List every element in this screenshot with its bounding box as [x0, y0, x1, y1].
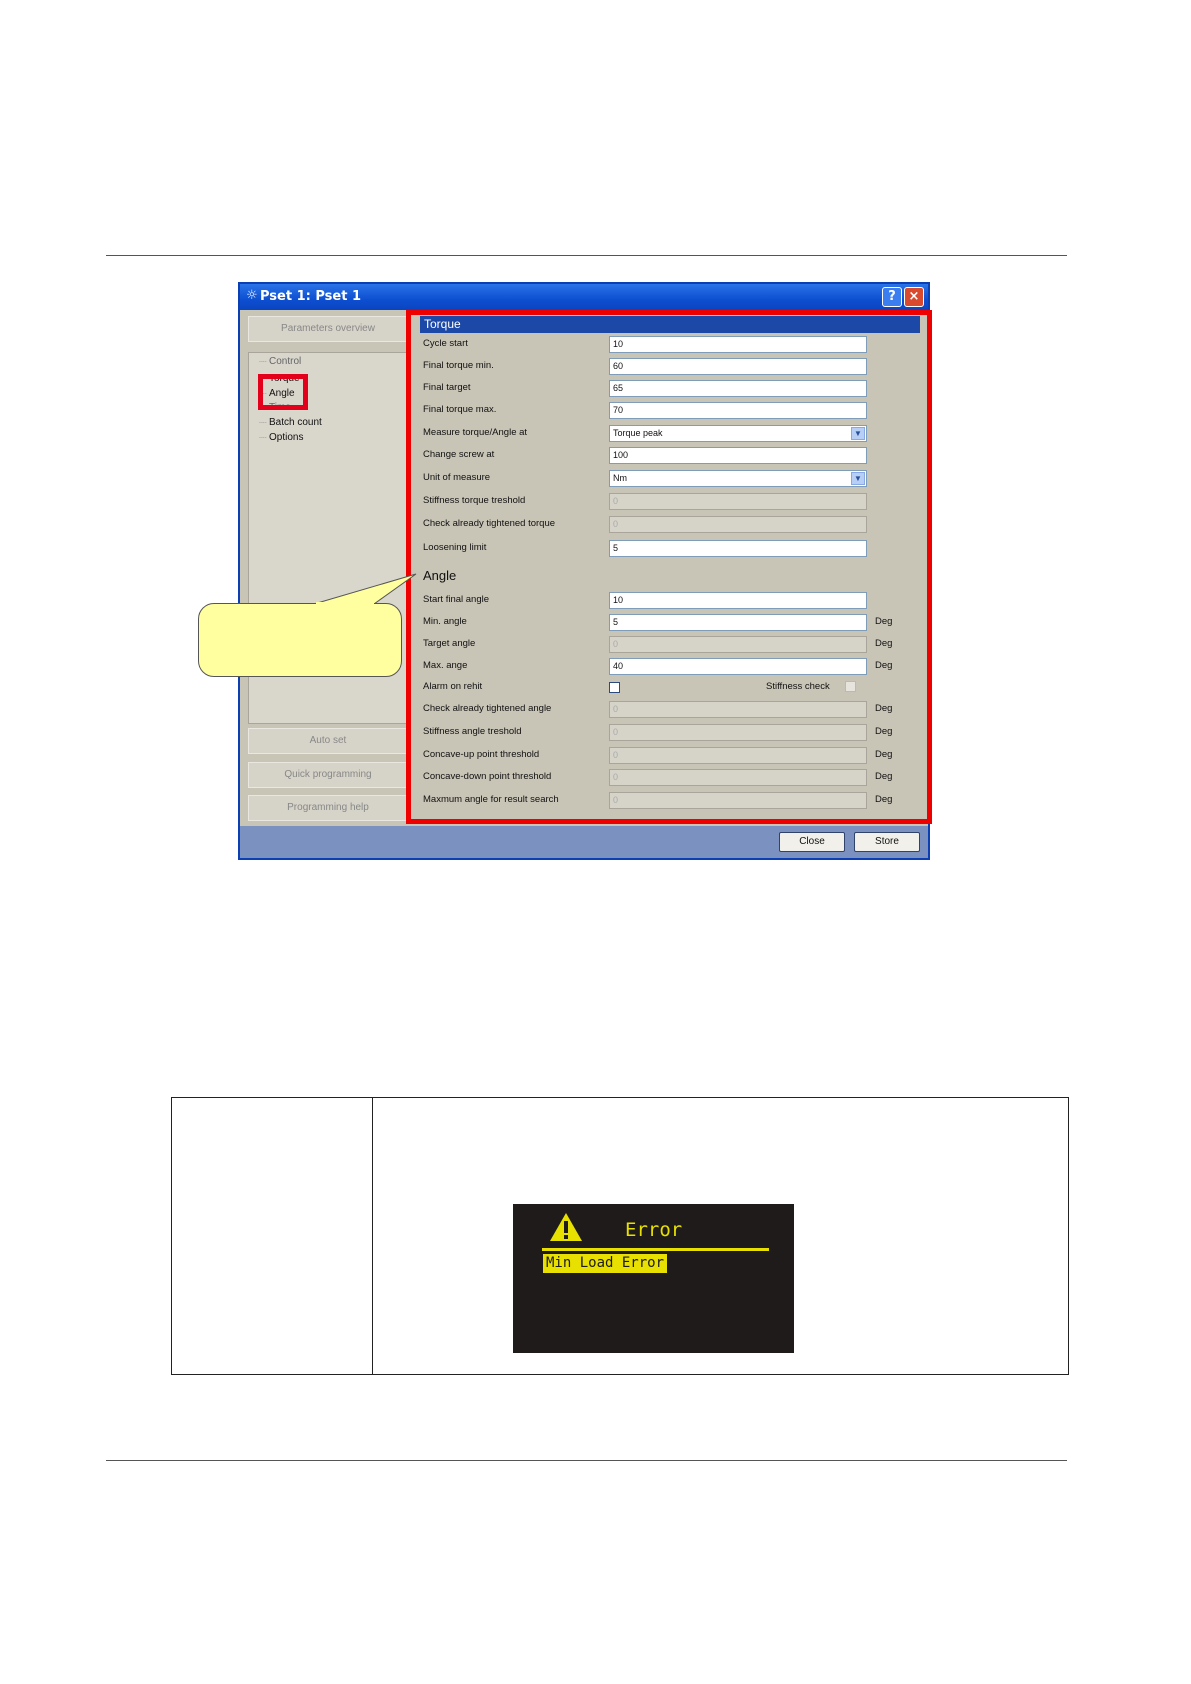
app-icon: ☼ [246, 288, 258, 303]
warning-icon [550, 1213, 582, 1241]
window-close-button[interactable]: × [904, 287, 924, 307]
auto-set-button[interactable]: Auto set [248, 728, 408, 754]
tree-item-batch-count[interactable]: Batch count [259, 417, 322, 428]
lcd-divider [542, 1248, 769, 1251]
tree-item-control[interactable]: Control [259, 356, 301, 367]
programming-help-button[interactable]: Programming help [248, 795, 408, 821]
callout-join [316, 602, 374, 608]
parameters-overview-button[interactable]: Parameters overview [248, 316, 408, 342]
form-highlight-box [406, 310, 932, 824]
store-button[interactable]: Store [854, 832, 920, 852]
dialog-title: Pset 1: Pset 1 [260, 289, 362, 304]
lcd-error-display: Error Min Load Error [513, 1204, 794, 1353]
help-button[interactable]: ? [882, 287, 902, 307]
table-column-divider [372, 1097, 373, 1375]
bottom-rule [106, 1460, 1067, 1461]
callout-bubble [198, 603, 402, 677]
tree-item-options[interactable]: Options [259, 432, 304, 443]
title-bar[interactable]: ☼ Pset 1: Pset 1 ? × [240, 284, 928, 310]
lcd-title: Error [625, 1219, 683, 1241]
quick-programming-button[interactable]: Quick programming [248, 762, 408, 788]
lcd-error-message: Min Load Error [543, 1254, 668, 1273]
close-button[interactable]: Close [779, 832, 845, 852]
left-panel: Parameters overview Control Torque Angle… [248, 316, 410, 821]
tree-highlight-box [258, 374, 308, 410]
top-rule [106, 255, 1067, 256]
